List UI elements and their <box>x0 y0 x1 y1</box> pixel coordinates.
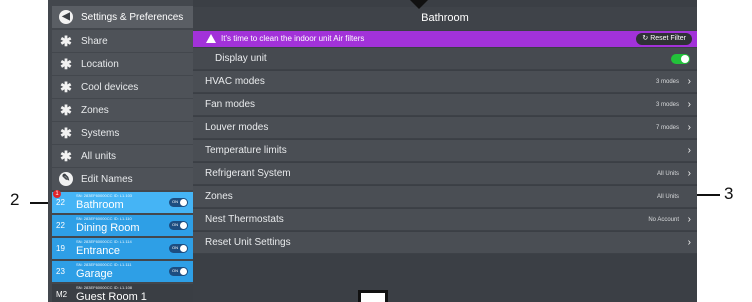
row-nest-thermostats[interactable]: Nest Thermostats No Account › <box>193 209 697 231</box>
row-value: No Account <box>648 217 679 223</box>
reset-filter-label: Reset Filter <box>650 35 686 42</box>
unit-serial: SN: 283EF60000CC ID: L1.108 <box>76 285 133 290</box>
asterisk-icon: ✱ <box>60 148 72 164</box>
row-value: All Units <box>656 171 679 177</box>
bottom-pointer <box>358 290 388 302</box>
row-label: Refrigerant System <box>205 168 291 179</box>
row-value: 3 modes <box>655 79 679 85</box>
sidebar-item-share[interactable]: ✱ Share <box>52 30 193 52</box>
row-label: Nest Thermostats <box>205 214 284 225</box>
sidebar-item-label: All units <box>81 150 117 162</box>
unit-temperature: 22 <box>56 198 65 207</box>
unit-name: Garage <box>76 268 113 280</box>
back-arrow-icon: ◀ <box>59 10 73 24</box>
device-screen: ◀ Settings & Preferences ✱ Share ✱ Locat… <box>48 0 697 302</box>
sidebar-item-all-units[interactable]: ✱ All units <box>52 145 193 167</box>
row-value: All Units <box>656 194 679 200</box>
display-unit-toggle[interactable] <box>671 54 690 64</box>
row-fan-modes[interactable]: Fan modes 3 modes › <box>193 94 697 116</box>
row-label: Louver modes <box>205 122 269 133</box>
row-label: Temperature limits <box>205 145 287 156</box>
sidebar-header-label: Settings & Preferences <box>81 11 184 23</box>
sidebar-item-label: Edit Names <box>81 173 133 185</box>
unit-serial: SN: 283EF60000CC ID: L1.114 <box>76 239 132 244</box>
sidebar-item-edit-names[interactable]: ✎ Edit Names <box>52 168 193 190</box>
sidebar-item-location[interactable]: ✱ Location <box>52 53 193 75</box>
sidebar-item-systems[interactable]: ✱ Systems <box>52 122 193 144</box>
asterisk-icon: ✱ <box>60 79 72 95</box>
row-label: HVAC modes <box>205 76 265 87</box>
row-value: 3 modes <box>655 102 679 108</box>
asterisk-icon: ✱ <box>60 102 72 118</box>
row-hvac-modes[interactable]: HVAC modes 3 modes › <box>193 71 697 93</box>
row-label: Zones <box>205 191 233 202</box>
pencil-icon: ✎ <box>59 172 73 186</box>
unit-item-guest-room-1[interactable]: M2 SN: 283EF60000CC ID: L1.108 Guest Roo… <box>52 284 193 302</box>
asterisk-icon: ✱ <box>60 33 72 49</box>
row-label: Reset Unit Settings <box>205 237 291 248</box>
toggle-on-label: ON <box>172 222 178 227</box>
alert-badge: 1 <box>53 190 61 198</box>
toggle-on-label: ON <box>172 268 178 273</box>
sidebar-item-label: Zones <box>81 104 109 116</box>
reset-filter-button[interactable]: ↻ Reset Filter <box>636 33 692 45</box>
row-reset-unit-settings[interactable]: Reset Unit Settings › <box>193 232 697 254</box>
unit-temperature: 22 <box>56 221 65 230</box>
sidebar-header-settings[interactable]: ◀ Settings & Preferences <box>52 6 193 28</box>
chevron-right-icon: › <box>687 99 691 110</box>
row-label: Fan modes <box>205 99 256 110</box>
sidebar-item-label: Cool devices <box>81 81 139 93</box>
settings-panel: Bathroom It's time to clean the indoor u… <box>193 0 697 302</box>
row-zones[interactable]: Zones All Units <box>193 186 697 208</box>
unit-name: Dining Room <box>76 222 140 234</box>
unit-name: Entrance <box>76 245 121 257</box>
chevron-right-icon: › <box>687 168 691 179</box>
chevron-right-icon: › <box>687 237 691 248</box>
callout-label-3: 3 <box>724 184 734 203</box>
unit-item-bathroom[interactable]: 1 22 SN: 283EF60000CC ID: L1.103 Bathroo… <box>52 190 200 213</box>
row-temperature-limits[interactable]: Temperature limits › <box>193 140 697 162</box>
alert-text: It's time to clean the indoor unit Air f… <box>221 34 365 43</box>
chevron-right-icon: › <box>687 122 691 133</box>
sidebar-item-label: Share <box>81 35 108 47</box>
unit-item-dining-room[interactable]: 22 SN: 283EF60000CC ID: L1.110 Dining Ro… <box>52 215 193 236</box>
sidebar-item-label: Location <box>81 58 119 70</box>
chevron-right-icon: › <box>687 214 691 225</box>
unit-serial: SN: 283EF60000CC ID: L1.111 <box>76 262 132 267</box>
toggle-on-label: ON <box>172 199 178 204</box>
sidebar-item-label: Systems <box>81 127 120 139</box>
unit-name: Bathroom <box>76 199 124 211</box>
unit-name: Guest Room 1 <box>76 291 147 302</box>
chevron-right-icon: › <box>687 145 691 156</box>
unit-item-garage[interactable]: 23 SN: 283EF60000CC ID: L1.111 Garage ON <box>52 261 193 282</box>
page-title: Bathroom <box>193 7 697 30</box>
unit-item-entrance[interactable]: 19 SN: 283EF60000CC ID: L1.114 Entrance … <box>52 238 193 259</box>
filter-alert-banner: It's time to clean the indoor unit Air f… <box>193 31 697 47</box>
chevron-right-icon: › <box>687 76 691 87</box>
row-louver-modes[interactable]: Louver modes 7 modes › <box>193 117 697 139</box>
top-pointer <box>410 0 428 9</box>
unit-serial: SN: 283EF60000CC ID: L1.103 <box>76 193 133 198</box>
unit-serial: SN: 283EF60000CC ID: L1.110 <box>76 216 132 221</box>
row-refrigerant-system[interactable]: Refrigerant System All Units › <box>193 163 697 185</box>
sidebar-item-zones[interactable]: ✱ Zones <box>52 99 193 121</box>
display-unit-row: Display unit <box>193 48 697 70</box>
warning-icon <box>206 34 216 43</box>
sidebar: ◀ Settings & Preferences ✱ Share ✱ Locat… <box>48 0 200 302</box>
asterisk-icon: ✱ <box>60 56 72 72</box>
unit-temperature: 19 <box>56 244 65 253</box>
asterisk-icon: ✱ <box>60 125 72 141</box>
callout-label-2: 2 <box>10 190 20 209</box>
sidebar-item-cool-devices[interactable]: ✱ Cool devices <box>52 76 193 98</box>
row-value: 7 modes <box>655 125 679 131</box>
unit-temperature: M2 <box>56 290 68 299</box>
display-unit-label: Display unit <box>215 53 267 64</box>
toggle-on-label: ON <box>172 245 178 250</box>
unit-temperature: 23 <box>56 267 65 276</box>
